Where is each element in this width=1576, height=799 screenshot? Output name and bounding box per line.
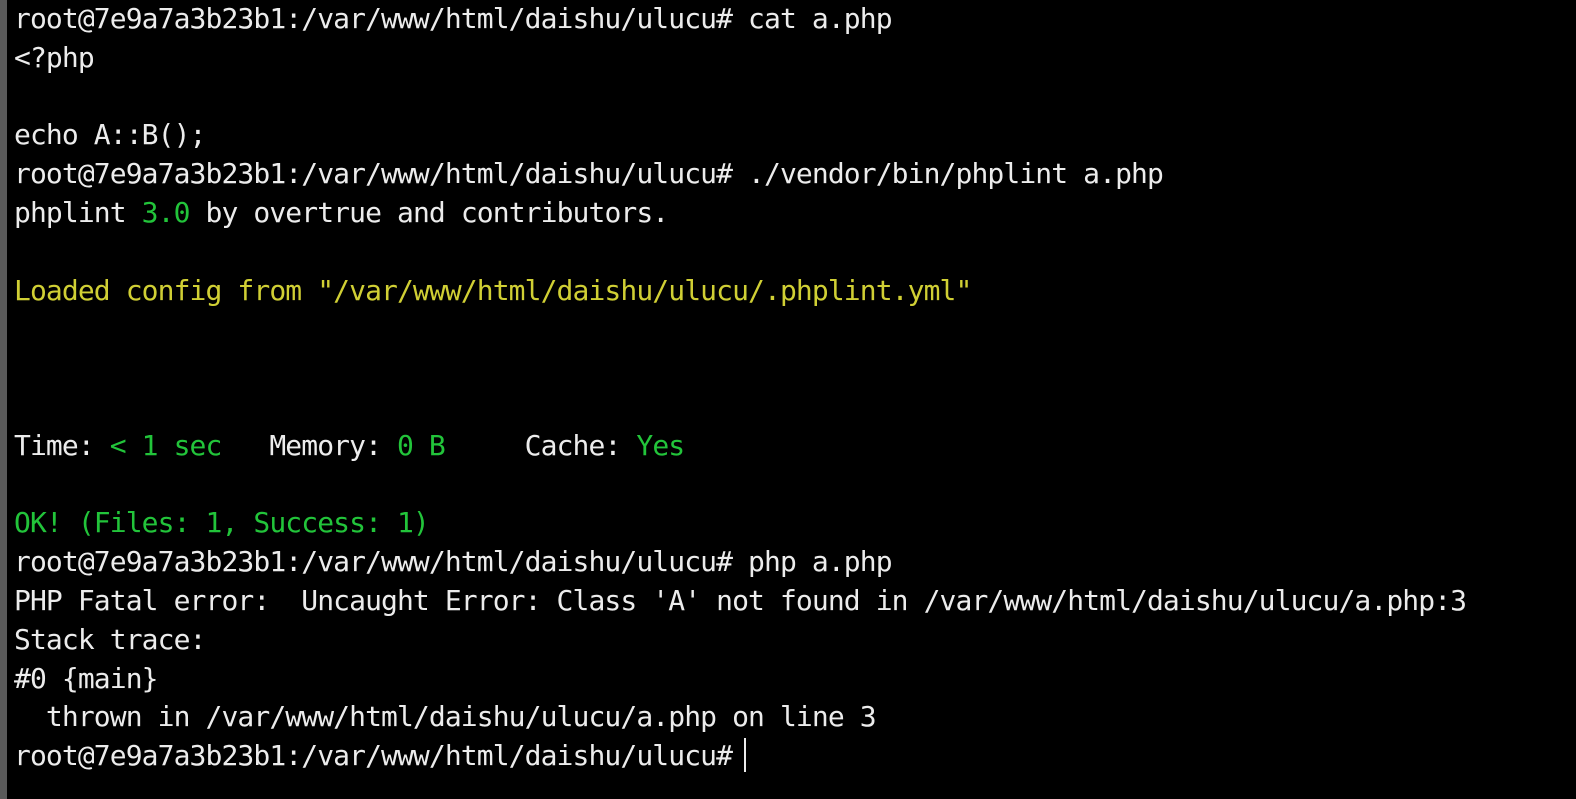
output-text: by overtrue and contributors.: [189, 195, 670, 229]
php-error-message: PHP Fatal error: Uncaught Error: Class '…: [14, 583, 1467, 617]
terminal-line-output: Loaded config from "/var/www/html/daishu…: [14, 272, 1576, 311]
shell-prompt: root@7e9a7a3b23b1:/var/www/html/daishu/u…: [14, 545, 733, 579]
config-loaded-message: Loaded config from "/var/www/html/daishu…: [14, 273, 972, 307]
terminal-line-output: thrown in /var/www/html/daishu/ulucu/a.p…: [14, 698, 1576, 737]
terminal-line-prompt-active[interactable]: root@7e9a7a3b23b1:/var/www/html/daishu/u…: [14, 737, 1576, 776]
shell-command: cat a.php: [732, 2, 893, 35]
terminal-line-output: echo A::B();: [14, 116, 1576, 155]
phplint-version: 3.0: [141, 195, 191, 229]
terminal-line-prompt: root@7e9a7a3b23b1:/var/www/html/daishu/u…: [14, 155, 1576, 194]
time-value: < 1 sec: [109, 428, 223, 462]
terminal-line-stats: Time: < 1 sec Memory: 0 B Cache: Yes: [14, 427, 1576, 466]
shell-prompt: root@7e9a7a3b23b1:/var/www/html/daishu/u…: [14, 157, 733, 191]
terminal-line-output: #0 {main}: [14, 660, 1576, 699]
terminal-line-prompt: root@7e9a7a3b23b1:/var/www/html/daishu/u…: [14, 0, 1576, 39]
text-cursor: [744, 738, 747, 773]
output-text: <?php: [14, 40, 95, 74]
shell-prompt: root@7e9a7a3b23b1:/var/www/html/daishu/u…: [14, 2, 733, 35]
memory-value: 0 B: [397, 428, 446, 462]
shell-command: php a.php: [732, 545, 893, 579]
cache-label: Cache:: [524, 428, 637, 462]
shell-command: ./vendor/bin/phplint a.php: [732, 157, 1164, 191]
output-text: phplint: [14, 195, 142, 229]
stats-gap: [445, 429, 525, 462]
terminal-window[interactable]: root@7e9a7a3b23b1:/var/www/html/daishu/u…: [0, 0, 1576, 799]
terminal-line-output: phplint 3.0 by overtrue and contributors…: [14, 194, 1576, 233]
lint-success-message: OK! (Files: 1, Success: 1): [14, 506, 430, 540]
terminal-line-output: PHP Fatal error: Uncaught Error: Class '…: [14, 582, 1576, 621]
terminal-line-output: <?php: [14, 39, 1576, 78]
terminal-line-prompt: root@7e9a7a3b23b1:/var/www/html/daishu/u…: [14, 543, 1576, 582]
output-text: echo A::B();: [14, 118, 206, 152]
memory-label: Memory:: [269, 428, 397, 462]
output-text: thrown in /var/www/html/daishu/ulucu/a.p…: [14, 700, 877, 734]
output-text: Stack trace:: [14, 622, 206, 656]
shell-prompt: root@7e9a7a3b23b1:/var/www/html/daishu/u…: [14, 739, 733, 773]
output-text: #0 {main}: [14, 661, 159, 695]
terminal-line-output: OK! (Files: 1, Success: 1): [14, 504, 1576, 543]
stats-gap: [221, 429, 269, 462]
terminal-screen[interactable]: root@7e9a7a3b23b1:/var/www/html/daishu/u…: [14, 0, 1576, 799]
time-label: Time:: [14, 428, 110, 462]
cache-value: Yes: [636, 428, 685, 462]
window-left-border: [0, 0, 7, 799]
terminal-line-output: Stack trace:: [14, 621, 1576, 660]
